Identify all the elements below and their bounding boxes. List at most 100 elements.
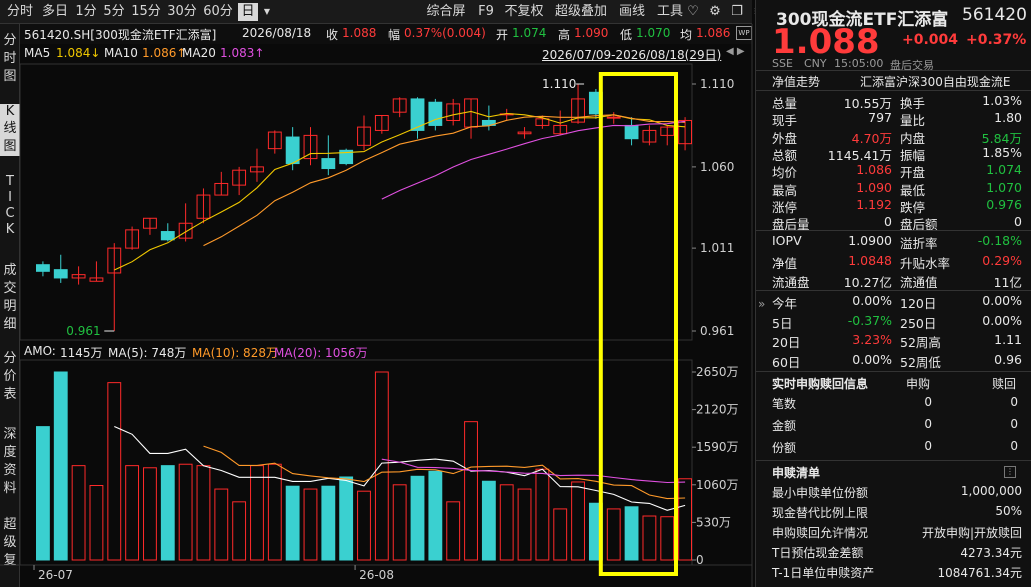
volume-bar-22	[428, 470, 443, 561]
exchange: SSE	[772, 57, 793, 70]
stats-cell: 1.074	[986, 162, 1022, 178]
stats-table: 总量 10.55万 换手 1.03% 现手 797 量比 1.80 外盘 4.70万 内盘 5.84万…	[756, 92, 1031, 232]
volume-bar-3	[89, 485, 104, 561]
perf-cell: 0.00%	[982, 312, 1022, 328]
stats-cell: 1.090	[856, 179, 892, 195]
price-change: +0.004	[902, 32, 959, 48]
nav-title[interactable]: 净值走势	[772, 73, 820, 90]
list-title: 申赎清单	[772, 466, 821, 480]
volume-bar-1	[53, 371, 68, 561]
volume-ma10-line	[203, 445, 686, 500]
volume-axis-label-2: 1590万	[696, 440, 739, 454]
list-row-value: 4273.34元	[960, 546, 1022, 560]
subscription-table: 实时申购赎回信息 申购 赎回 笔数 0 0 金额 0 0 份额 0 0	[756, 373, 1031, 459]
high-annotation: 1.110	[542, 77, 576, 91]
sub-row-redeem: 0	[1010, 439, 1018, 453]
perf-cell: 0.00%	[852, 351, 892, 367]
volume-bar-24	[464, 421, 478, 561]
performance-table: 今年 0.00% 120日 0.00% 5日 -0.37% 250日 0.00% 20日 3.23…	[756, 292, 1031, 372]
volume-bar-30	[571, 481, 585, 561]
nav-fund-name: 汇添富沪深300自由现金流E	[860, 75, 1011, 89]
currency: CNY	[804, 57, 827, 70]
volume-axis-label-5: 0	[696, 553, 704, 567]
list-row-value: 开放申购|开放赎回	[921, 526, 1022, 540]
stats-row: 涨停 1.192 跌停 0.976	[756, 196, 1031, 215]
price-change-pct: +0.37%	[966, 32, 1027, 48]
price-axis-label-3: 0.961	[700, 324, 734, 338]
list-row-value: 1084761.34元	[937, 566, 1022, 580]
iopv-row: 净值 1.0848 升贴水率 0.29%	[756, 252, 1031, 271]
stats-row: 外盘 4.70万 内盘 5.84万	[756, 127, 1031, 146]
stats-cell: 1.03%	[982, 93, 1022, 108]
sub-row-redeem: 0	[1010, 417, 1018, 431]
perf-cell: 1.11	[994, 332, 1022, 347]
list-menu-icon[interactable]: ⋮	[1004, 466, 1016, 478]
volume-bar-23	[446, 501, 461, 561]
low-annotation: 0.961	[66, 324, 100, 338]
volume-axis-label-3: 1060万	[696, 478, 739, 492]
stats-row: 总额 1145.41万 振幅 1.85%	[756, 144, 1031, 163]
iopv-cell: 10.27亿	[843, 275, 892, 290]
list-row-value: 50%	[995, 504, 1022, 518]
sub-header-1: 申购	[906, 377, 931, 391]
candle-body-32	[606, 116, 621, 119]
volume-bar-26	[499, 484, 514, 561]
iopv-cell: -0.18%	[977, 233, 1022, 248]
iopv-row: IOPV 1.0900 溢折率 -0.18%	[756, 232, 1031, 251]
k-line-chart[interactable]: 1.110 1.060 1.011 0.961 2650万 2120万 1590万 1060万…	[0, 0, 755, 587]
perf-cell: 3.23%	[852, 332, 892, 347]
price-axis-label-1: 1.060	[700, 160, 734, 174]
sub-header-2: 赎回	[992, 377, 1017, 391]
candle-body-0	[35, 264, 50, 272]
volume-bar-36	[678, 478, 693, 561]
price-axis-label-2: 1.011	[700, 241, 734, 255]
iopv-cell: 1.0848	[848, 252, 892, 268]
volume-bar-12	[250, 465, 264, 561]
sub-header-0: 实时申购赎回信息	[772, 377, 869, 391]
volume-bar-0	[35, 426, 50, 561]
volume-bar-5	[125, 465, 140, 561]
volume-bar-11	[232, 501, 247, 561]
perf-cell: 0.96	[994, 351, 1022, 367]
volume-ma20-line	[381, 458, 686, 484]
volume-bar-21	[410, 475, 425, 561]
volume-bar-2	[71, 465, 86, 561]
sub-row-purchase: 0	[924, 395, 932, 409]
stats-cell: 0	[1014, 214, 1022, 230]
last-price: 1.088	[772, 22, 880, 62]
volume-bar-15	[303, 488, 318, 561]
quote-time: 15:05:00	[834, 57, 884, 70]
sub-row-label: 份额	[772, 441, 797, 455]
volume-axis-label-1: 2120万	[696, 403, 739, 417]
volume-bar-33	[624, 506, 639, 561]
perf-row: 20日 3.23% 52周高 1.11	[756, 331, 1031, 350]
price-ma10-line	[203, 114, 686, 247]
highlight-box	[598, 72, 678, 576]
volume-bar-17	[339, 476, 354, 561]
volume-bar-35	[660, 516, 675, 561]
stats-cell: 797	[868, 110, 892, 126]
volume-bar-7	[160, 465, 175, 561]
iopv-cell: 11亿	[993, 275, 1022, 290]
perf-cell: 0.00%	[982, 293, 1022, 308]
volume-bar-18	[357, 490, 371, 561]
stats-row: 均价 1.086 开盘 1.074	[756, 161, 1031, 180]
volume-bar-8	[178, 463, 193, 561]
volume-bar-16	[321, 485, 336, 561]
volume-bar-4	[107, 382, 122, 561]
perf-cell: -0.37%	[847, 312, 892, 328]
list-row-value: 1,000,000	[960, 484, 1022, 498]
perf-row: 60日 0.00% 52周低 0.96	[756, 351, 1031, 370]
volume-bar-28	[535, 468, 550, 561]
perf-row: 今年 0.00% 120日 0.00%	[756, 292, 1031, 311]
expand-icon[interactable]: »	[758, 297, 765, 311]
stats-cell: 1.086	[856, 162, 892, 178]
volume-axis-label-4: 530万	[696, 515, 731, 529]
price-ma20-line	[381, 120, 686, 200]
perf-cell: 0.00%	[852, 293, 892, 308]
security-code: 561420	[962, 5, 1027, 25]
list-row-label: 申购赎回允许情况	[772, 526, 869, 540]
volume-bar-19	[374, 371, 389, 561]
candle-body-33	[624, 124, 639, 140]
volume-bar-20	[392, 484, 407, 561]
